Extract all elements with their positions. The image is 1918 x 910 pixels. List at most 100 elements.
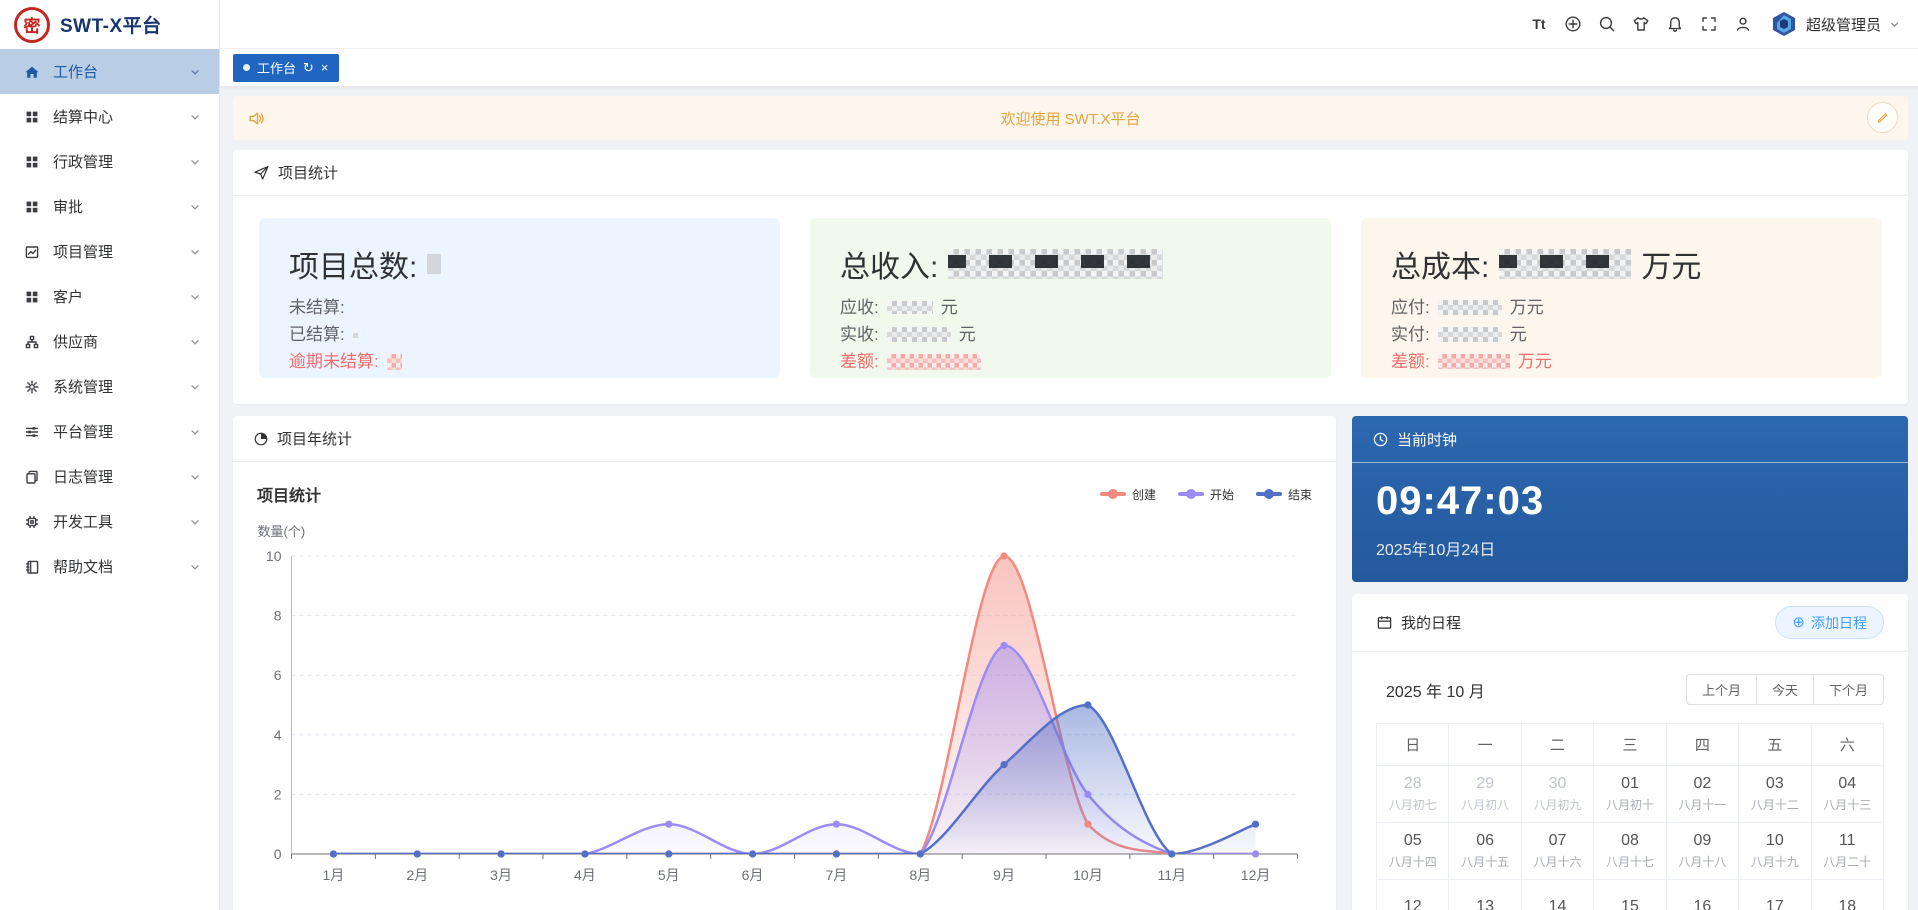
line-chart: 02468101月2月3月4月5月6月7月8月9月10月11月12月数量(个) xyxy=(237,512,1328,904)
calendar-day-cell[interactable]: 08 八月十七 xyxy=(1594,823,1666,880)
sidebar-item-label: 系统管理 xyxy=(53,376,113,397)
locale-icon[interactable] xyxy=(1556,7,1590,41)
calendar-day-cell[interactable]: 14 xyxy=(1521,880,1593,910)
sidebar-item-日志管理[interactable]: 日志管理 xyxy=(0,454,219,499)
add-schedule-button[interactable]: ⊕ 添加日程 xyxy=(1775,606,1884,639)
profile-icon[interactable] xyxy=(1726,7,1760,41)
grid-icon xyxy=(24,289,40,305)
calendar-day-cell[interactable]: 03 八月十二 xyxy=(1739,766,1811,823)
sidebar-item-供应商[interactable]: 供应商 xyxy=(0,319,219,364)
svg-text:10月: 10月 xyxy=(1073,867,1103,883)
calendar-nav-下个月[interactable]: 下个月 xyxy=(1813,674,1884,705)
tab-close-icon[interactable]: × xyxy=(321,61,329,74)
topbar: Tt 超级管理员 xyxy=(220,0,1918,49)
calendar-day-cell[interactable]: 13 xyxy=(1449,880,1521,910)
sidebar-item-结算中心[interactable]: 结算中心 xyxy=(0,94,219,139)
tab-refresh-icon[interactable]: ↻ xyxy=(303,61,314,74)
calendar-day-cell[interactable]: 02 八月十一 xyxy=(1666,766,1738,823)
calendar-date: 30 xyxy=(1522,775,1593,793)
calendar-day-cell[interactable]: 17 xyxy=(1739,880,1811,910)
weekday-header: 二 xyxy=(1521,724,1593,766)
chart-head: 项目统计 创建 开始 结束 xyxy=(233,462,1336,506)
sidebar-item-审批[interactable]: 审批 xyxy=(0,184,219,229)
banner-edit-button[interactable] xyxy=(1867,102,1898,133)
theme-icon[interactable] xyxy=(1624,7,1658,41)
svg-text:1月: 1月 xyxy=(323,867,345,883)
stat-card-title: 总成本:万元 xyxy=(1391,242,1852,286)
chevron-down-icon xyxy=(189,516,201,528)
calendar-day-cell[interactable]: 12 xyxy=(1377,880,1449,910)
calendar-date: 07 xyxy=(1522,832,1593,850)
calendar-day-cell[interactable]: 15 xyxy=(1594,880,1666,910)
svg-text:4月: 4月 xyxy=(574,867,596,883)
sidebar-item-平台管理[interactable]: 平台管理 xyxy=(0,409,219,454)
user-menu[interactable]: 超级管理员 xyxy=(1770,10,1900,38)
sidebar-item-项目管理[interactable]: 项目管理 xyxy=(0,229,219,274)
legend-item-创建[interactable]: 创建 xyxy=(1100,486,1156,503)
fullscreen-icon[interactable] xyxy=(1692,7,1726,41)
clock-icon xyxy=(1372,431,1389,448)
calendar-lunar-date: 八月十二 xyxy=(1739,796,1810,813)
calendar-day-cell[interactable]: 29 八月初八 xyxy=(1449,766,1521,823)
calendar-day-cell[interactable]: 04 八月十三 xyxy=(1811,766,1883,823)
redacted-value xyxy=(887,301,933,314)
notification-bell-icon[interactable] xyxy=(1658,7,1692,41)
calendar-day-cell[interactable]: 01 八月初十 xyxy=(1594,766,1666,823)
calendar-day-cell[interactable]: 10 八月十九 xyxy=(1739,823,1811,880)
calendar-date: 28 xyxy=(1377,775,1448,793)
calendar-day-cell[interactable]: 16 xyxy=(1666,880,1738,910)
legend-item-结束[interactable]: 结束 xyxy=(1256,486,1312,503)
sidebar-item-label: 工作台 xyxy=(53,61,98,82)
pie-chart-icon xyxy=(253,431,269,447)
calendar-day-cell[interactable]: 28 八月初七 xyxy=(1377,766,1449,823)
sidebar-item-客户[interactable]: 客户 xyxy=(0,274,219,319)
tab-workbench[interactable]: 工作台 ↻ × xyxy=(233,54,339,82)
calendar-day-cell[interactable]: 09 八月十八 xyxy=(1666,823,1738,880)
font-size-icon[interactable]: Tt xyxy=(1522,7,1556,41)
sidebar-item-label: 行政管理 xyxy=(53,151,113,172)
calendar-date: 29 xyxy=(1449,775,1520,793)
calendar-date: 18 xyxy=(1812,898,1883,910)
sidebar-item-行政管理[interactable]: 行政管理 xyxy=(0,139,219,184)
grid-icon xyxy=(24,199,40,215)
calendar-day-cell[interactable]: 11 八月二十 xyxy=(1811,823,1883,880)
svg-text:7月: 7月 xyxy=(826,867,848,883)
sidebar-item-开发工具[interactable]: 开发工具 xyxy=(0,499,219,544)
calendar-lunar-date: 八月初八 xyxy=(1449,796,1520,813)
calendar-day-cell[interactable]: 05 八月十四 xyxy=(1377,823,1449,880)
svg-text:6月: 6月 xyxy=(742,867,764,883)
sidebar-item-帮助文档[interactable]: 帮助文档 xyxy=(0,544,219,589)
calendar-date: 03 xyxy=(1739,775,1810,793)
calendar-day-cell[interactable]: 07 八月十六 xyxy=(1521,823,1593,880)
redacted-value xyxy=(1438,300,1502,315)
calendar-day-cell[interactable]: 06 八月十五 xyxy=(1449,823,1521,880)
weekday-header: 三 xyxy=(1594,724,1666,766)
calendar-day-cell[interactable]: 30 八月初九 xyxy=(1521,766,1593,823)
sidebar-item-系统管理[interactable]: 系统管理 xyxy=(0,364,219,409)
calendar-date: 09 xyxy=(1667,832,1738,850)
redacted-value xyxy=(1499,249,1631,279)
chevron-down-icon xyxy=(189,246,201,258)
redacted-value xyxy=(427,254,441,274)
svg-text:0: 0 xyxy=(274,846,282,862)
pencil-icon xyxy=(1875,110,1890,125)
legend-label: 结束 xyxy=(1288,486,1312,503)
legend-item-开始[interactable]: 开始 xyxy=(1178,486,1234,503)
svg-text:2月: 2月 xyxy=(406,867,428,883)
sidebar-item-label: 供应商 xyxy=(53,331,98,352)
year-stats-card: 项目年统计 项目统计 创建 开始 结束 02468101月2月3月4月5月6月7… xyxy=(233,416,1336,910)
org-icon xyxy=(24,334,40,350)
calendar-nav-上个月[interactable]: 上个月 xyxy=(1686,674,1757,705)
stat-row: 应收:元 xyxy=(840,294,1301,321)
sidebar-item-label: 开发工具 xyxy=(53,511,113,532)
search-icon[interactable] xyxy=(1590,7,1624,41)
redacted-value xyxy=(353,328,358,341)
stat-row: 实付:元 xyxy=(1391,321,1852,348)
calendar-nav-今天[interactable]: 今天 xyxy=(1756,674,1814,705)
calendar-day-cell[interactable]: 18 xyxy=(1811,880,1883,910)
sidebar-item-工作台[interactable]: 工作台 xyxy=(0,49,219,94)
legend-marker-icon xyxy=(1100,488,1126,500)
stat-row: 逾期未结算: xyxy=(289,348,750,375)
schedule-header: 我的日程 ⊕ 添加日程 xyxy=(1352,594,1908,652)
main-area: Tt 超级管理员 工作台 ↻ × xyxy=(220,0,1918,910)
